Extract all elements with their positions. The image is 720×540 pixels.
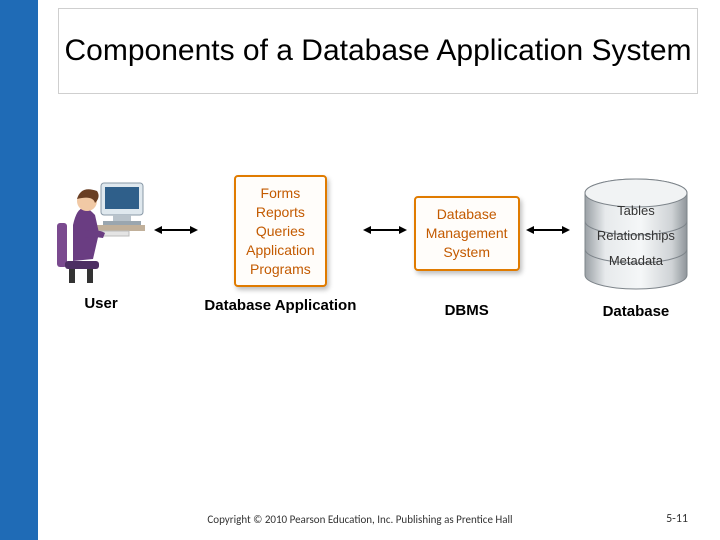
database-cylinder-labels: Tables Relationships Metadata xyxy=(577,197,695,278)
dbms-box: Database Management System xyxy=(414,196,520,271)
database-label: Database xyxy=(603,303,670,320)
dbms-line-3: System xyxy=(426,243,508,262)
connector-2 xyxy=(363,175,407,285)
connector-3 xyxy=(526,175,570,285)
app-line-queries: Queries xyxy=(246,222,315,241)
app-line-application: Application xyxy=(246,241,315,260)
connector-1 xyxy=(154,175,198,285)
user-icon xyxy=(55,175,147,285)
slide-title: Components of a Database Application Sys… xyxy=(64,34,691,69)
app-line-programs: Programs xyxy=(246,260,315,279)
user-label: User xyxy=(84,295,117,312)
double-arrow-icon xyxy=(363,223,407,237)
component-database-application: Forms Reports Queries Application Progra… xyxy=(204,175,356,314)
slide-title-box: Components of a Database Application Sys… xyxy=(58,8,698,94)
dbms-line-1: Database xyxy=(426,205,508,224)
double-arrow-icon xyxy=(526,223,570,237)
copyright-text: Copyright © 2010 Pearson Education, Inc.… xyxy=(0,513,720,526)
dbms-line-2: Management xyxy=(426,224,508,243)
page-number: 5-11 xyxy=(666,512,688,526)
app-line-forms: Forms xyxy=(246,184,315,203)
db-line-tables: Tables xyxy=(577,203,695,218)
dbms-label: DBMS xyxy=(445,302,489,319)
database-cylinder: Tables Relationships Metadata xyxy=(577,175,695,293)
component-database: Tables Relationships Metadata Database xyxy=(577,175,695,320)
user-illustration xyxy=(55,175,147,285)
database-application-box: Forms Reports Queries Application Progra… xyxy=(234,175,327,287)
db-line-relationships: Relationships xyxy=(577,228,695,243)
diagram-row: User Forms Reports Queries Application P… xyxy=(55,175,695,375)
app-line-reports: Reports xyxy=(246,203,315,222)
component-user: User xyxy=(55,175,147,312)
double-arrow-icon xyxy=(154,223,198,237)
component-dbms: Database Management System DBMS xyxy=(414,175,520,319)
db-line-metadata: Metadata xyxy=(577,253,695,268)
decorative-blue-band xyxy=(0,0,38,540)
database-application-label: Database Application xyxy=(204,297,356,314)
